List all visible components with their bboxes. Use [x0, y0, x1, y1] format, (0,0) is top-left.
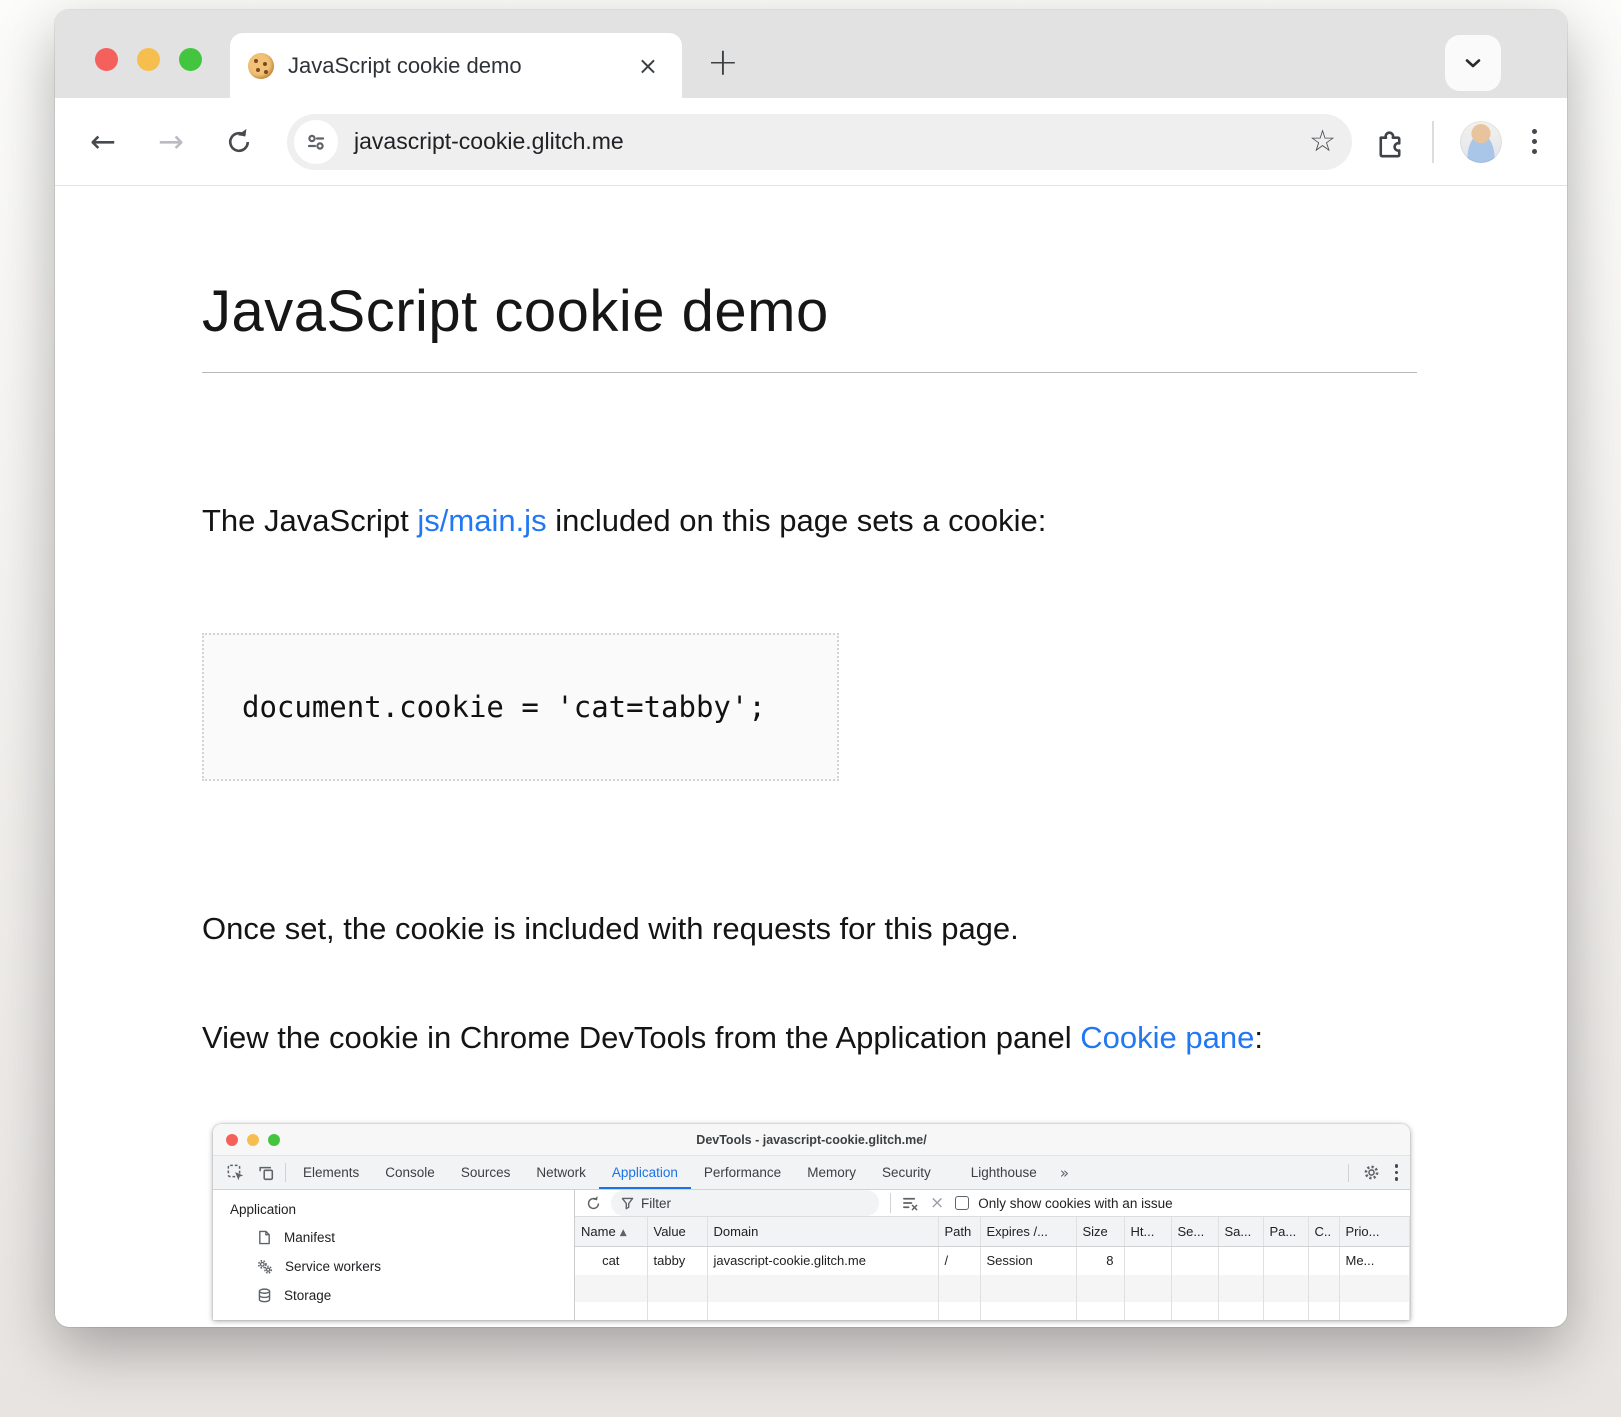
- cookie-favicon-icon: [248, 53, 274, 79]
- view-text-post: :: [1254, 1020, 1263, 1055]
- reload-button[interactable]: [217, 120, 261, 164]
- tune-icon: [305, 131, 327, 153]
- close-tab-icon[interactable]: ×: [632, 50, 664, 82]
- cookies-filter-field: [611, 1190, 879, 1216]
- cookie-row-cat: cat tabby javascript-cookie.glitch.me / …: [575, 1246, 1410, 1275]
- device-toolbar-icon: [251, 1156, 281, 1189]
- toolbar-divider: [1432, 121, 1434, 163]
- manifest-file-icon: [257, 1230, 272, 1245]
- service-workers-icon: [257, 1259, 273, 1275]
- tab-title: JavaScript cookie demo: [288, 53, 632, 79]
- sort-asc-icon: ▲: [620, 1228, 627, 1238]
- forward-button: →: [149, 120, 193, 164]
- devtools-tab-console: Console: [372, 1156, 448, 1189]
- browser-menu-button[interactable]: [1528, 125, 1541, 158]
- cookies-filter-bar: × Only show cookies with an issue: [575, 1190, 1410, 1217]
- filter-funnel-icon: [621, 1197, 634, 1210]
- sidebar-item-storage: Storage: [213, 1281, 574, 1310]
- code-block: document.cookie = 'cat=tabby';: [202, 633, 839, 781]
- devtools-tab-network: Network: [523, 1156, 599, 1189]
- sidebar-item-service-workers: Service workers: [213, 1252, 574, 1281]
- toolbar-right: [1374, 121, 1541, 163]
- cookie-pane-link[interactable]: Cookie pane: [1080, 1020, 1254, 1055]
- issue-only-checkbox: [955, 1196, 969, 1210]
- page-title: JavaScript cookie demo: [202, 278, 1417, 345]
- devtools-tab-sources: Sources: [448, 1156, 524, 1189]
- intro-text-pre: The JavaScript: [202, 503, 417, 538]
- address-bar[interactable]: javascript-cookie.glitch.me ☆: [287, 114, 1352, 170]
- devtools-title: DevTools - javascript-cookie.glitch.me/: [696, 1133, 926, 1147]
- sidebar-section-application: Application: [213, 1197, 574, 1223]
- devtools-sidebar: Application Manifest Service workers Sto…: [213, 1190, 575, 1320]
- page-content: JavaScript cookie demo The JavaScript js…: [55, 278, 1567, 1320]
- cookie-table: Name▲ Value Domain Path Expires /... Siz…: [575, 1217, 1410, 1320]
- devtools-settings-gear-icon: [1357, 1164, 1387, 1181]
- devtools-tab-elements: Elements: [290, 1156, 372, 1189]
- cookies-reload-icon: [585, 1195, 602, 1212]
- view-cookie-paragraph: View the cookie in Chrome DevTools from …: [202, 1012, 1417, 1064]
- devtools-tab-application: Application: [599, 1156, 691, 1189]
- delete-cookie-icon: ×: [928, 1193, 946, 1213]
- devtools-menu-icon: [1391, 1160, 1403, 1185]
- intro-text-post: included on this page sets a cookie:: [547, 503, 1047, 538]
- devtools-window-controls: [226, 1134, 280, 1146]
- window-controls: [95, 48, 202, 71]
- tab-search-button[interactable]: [1445, 35, 1501, 91]
- main-js-link[interactable]: js/main.js: [417, 503, 546, 538]
- intro-paragraph: The JavaScript js/main.js included on th…: [202, 495, 1417, 547]
- bookmark-star-icon[interactable]: ☆: [1309, 127, 1336, 157]
- issue-only-label: Only show cookies with an issue: [978, 1196, 1172, 1211]
- browser-tab[interactable]: JavaScript cookie demo ×: [230, 33, 682, 98]
- site-settings-button[interactable]: [294, 120, 338, 164]
- extensions-icon[interactable]: [1374, 126, 1406, 158]
- browser-window: JavaScript cookie demo × + ← → javascrip…: [55, 10, 1567, 1327]
- tab-strip: JavaScript cookie demo × +: [55, 10, 1567, 98]
- browser-toolbar: ← → javascript-cookie.glitch.me ☆: [55, 98, 1567, 186]
- reload-icon: [224, 127, 254, 157]
- view-text-pre: View the cookie in Chrome DevTools from …: [202, 1020, 1080, 1055]
- sidebar-item-manifest: Manifest: [213, 1223, 574, 1252]
- back-button[interactable]: ←: [81, 120, 125, 164]
- devtools-tab-memory: Memory: [794, 1156, 869, 1189]
- devtools-tabbar: Elements Console Sources Network Applica…: [213, 1156, 1410, 1190]
- heading-rule: [202, 372, 1417, 373]
- devtools-titlebar: DevTools - javascript-cookie.glitch.me/: [213, 1124, 1410, 1156]
- profile-avatar[interactable]: [1460, 121, 1502, 163]
- clear-filter-icon: [902, 1195, 919, 1212]
- code-snippet: document.cookie = 'cat=tabby';: [242, 690, 766, 724]
- devtools-cookies-pane: × Only show cookies with an issue Name▲ …: [575, 1190, 1410, 1320]
- storage-database-icon: [257, 1288, 272, 1303]
- minimize-window-button[interactable]: [137, 48, 160, 71]
- devtools-screenshot: DevTools - javascript-cookie.glitch.me/ …: [213, 1124, 1410, 1320]
- chevron-down-icon: [1462, 52, 1484, 74]
- url-text[interactable]: javascript-cookie.glitch.me: [354, 128, 1309, 155]
- inspect-element-icon: [221, 1156, 251, 1189]
- cookie-table-header: Name▲ Value Domain Path Expires /... Siz…: [575, 1217, 1410, 1246]
- zoom-window-button[interactable]: [179, 48, 202, 71]
- devtools-tab-security: Security: [869, 1156, 944, 1189]
- new-tab-button[interactable]: +: [697, 40, 749, 84]
- devtools-tab-performance: Performance: [691, 1156, 794, 1189]
- devtools-tab-lighthouse: Lighthouse: [958, 1156, 1050, 1189]
- cookie-table-empty-row: [575, 1302, 1410, 1320]
- filter-input: [641, 1196, 841, 1211]
- cookie-table-empty-row: [575, 1275, 1410, 1302]
- more-tabs-icon: »: [1050, 1156, 1079, 1189]
- close-window-button[interactable]: [95, 48, 118, 71]
- once-set-paragraph: Once set, the cookie is included with re…: [202, 903, 1417, 955]
